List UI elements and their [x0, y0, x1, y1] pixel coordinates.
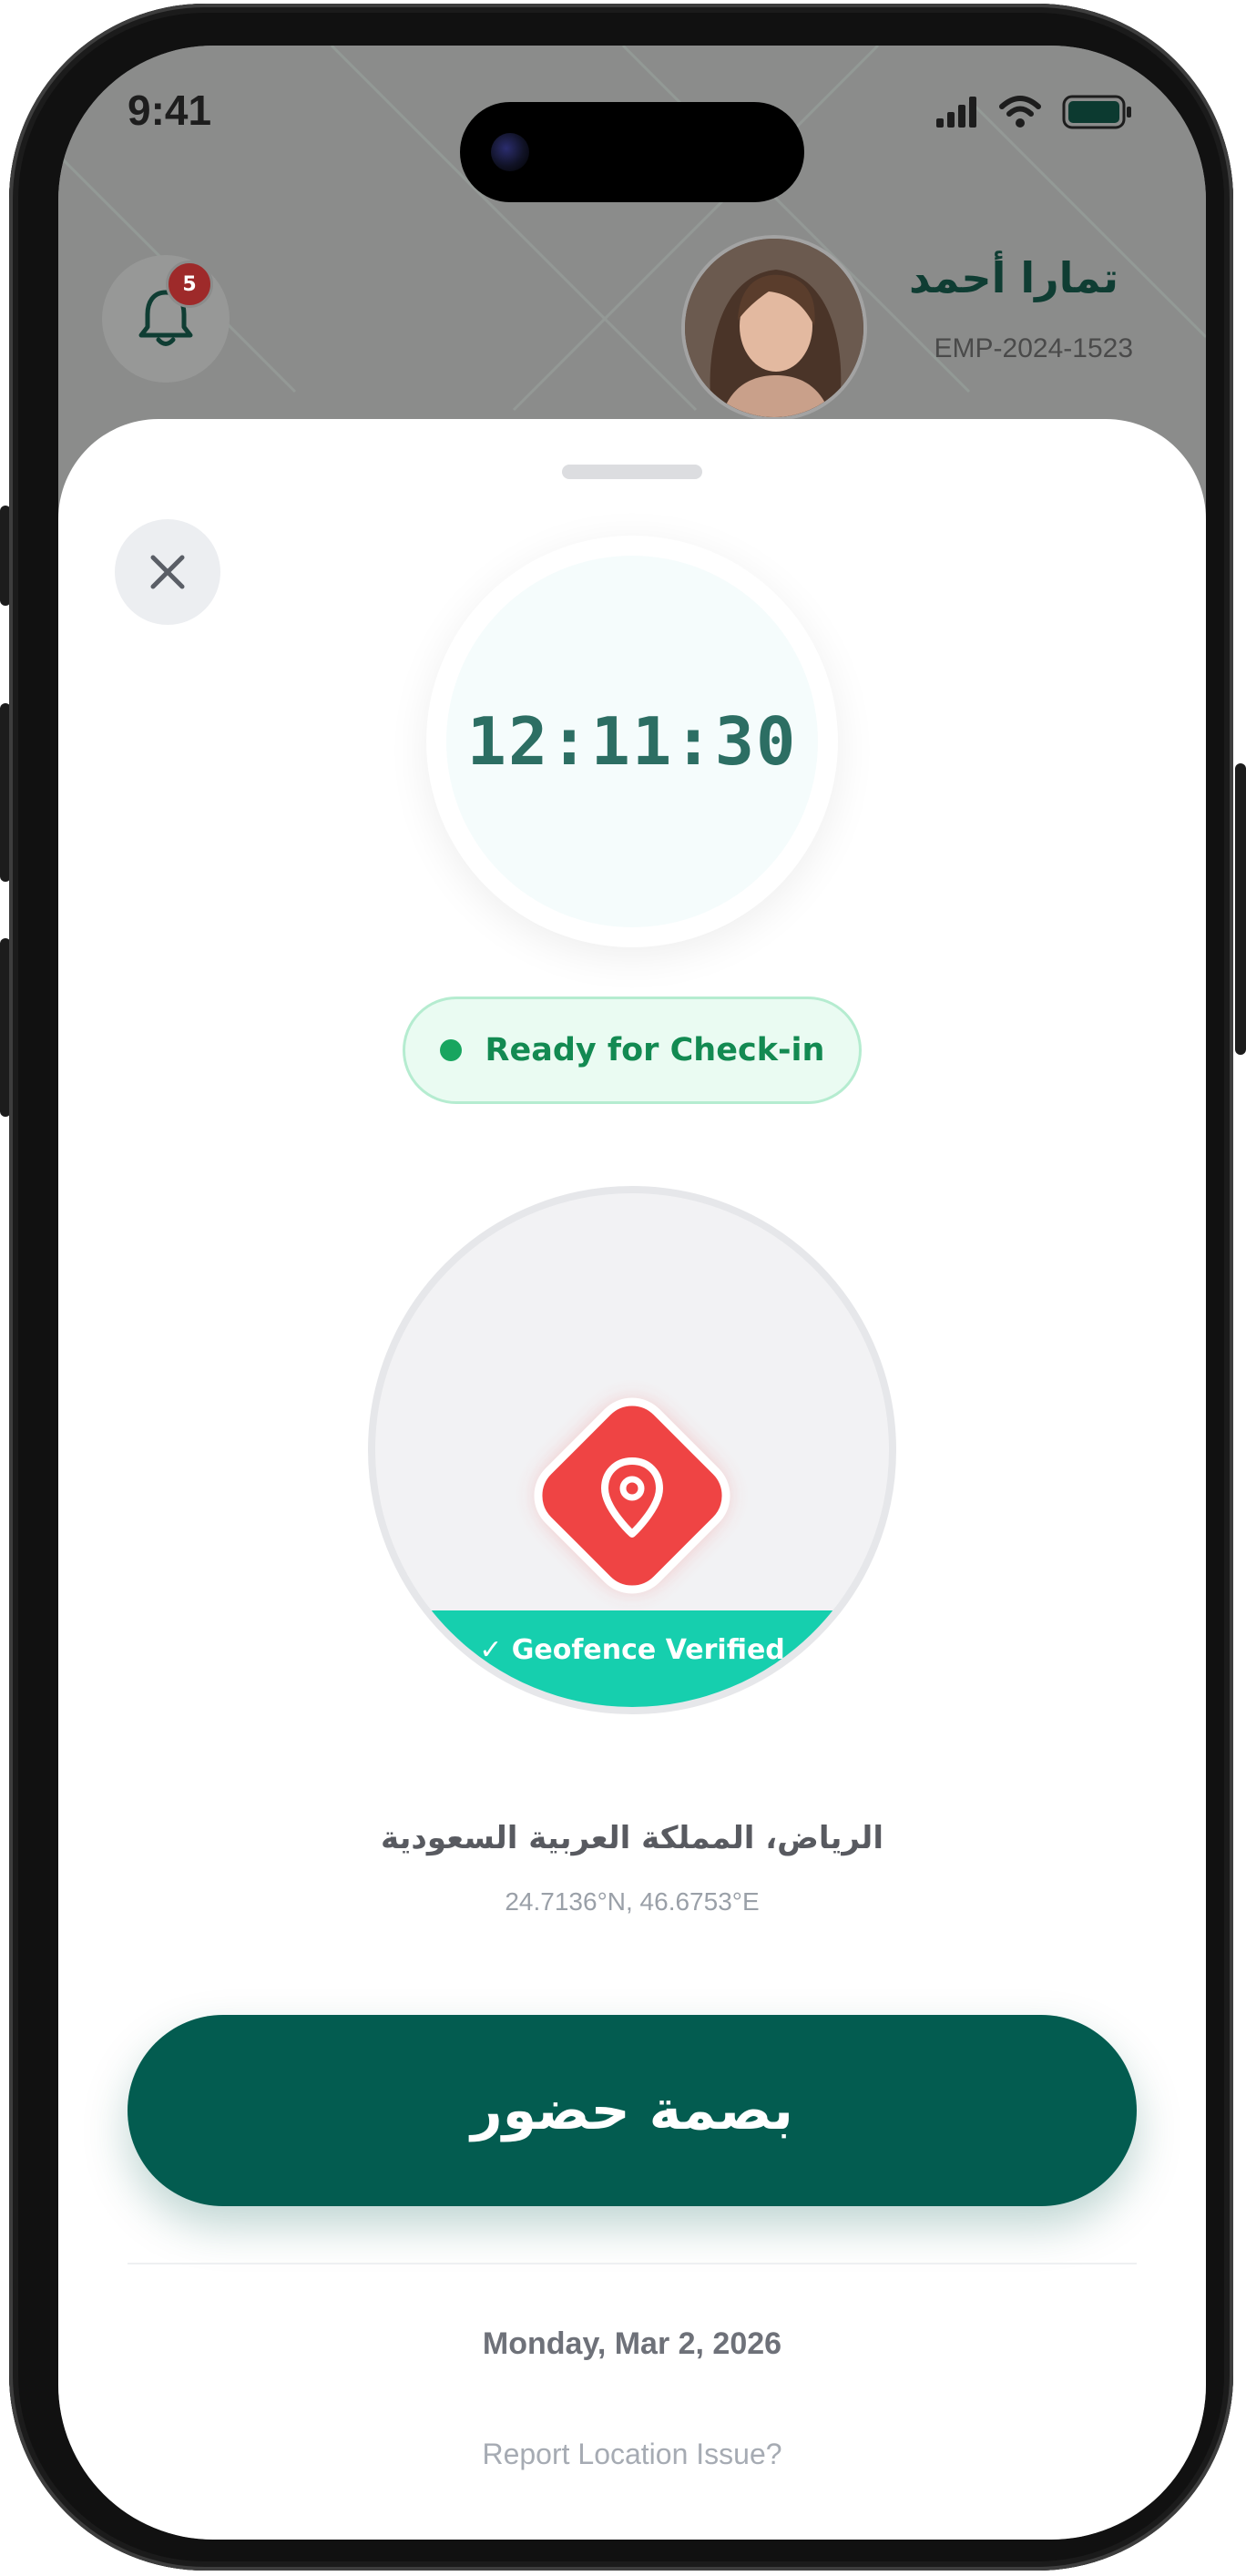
front-camera — [491, 133, 529, 171]
user-name: تمارا أحمد — [909, 253, 1118, 302]
phone-screen: 9:41 5 تمارا أحمد EMP-2024-1523 12:11:30… — [58, 46, 1206, 2540]
status-dot-icon — [439, 1039, 462, 1061]
avatar-photo — [685, 239, 863, 417]
dynamic-island — [460, 102, 804, 202]
geofence-map: ✓ Geofence Verified — [368, 1186, 896, 1714]
status-text: Ready for Check-in — [485, 1032, 825, 1068]
close-icon — [150, 555, 185, 589]
checkin-button[interactable]: بصمة حضور — [128, 2015, 1137, 2206]
location-marker — [503, 1366, 761, 1625]
location-pin-icon — [534, 1397, 730, 1594]
status-bar-icons — [936, 95, 1133, 129]
clock-time: 12:11:30 — [466, 703, 798, 780]
checkin-sheet: 12:11:30 Ready for Check-in ✓ Geofence V… — [58, 419, 1206, 2540]
avatar[interactable] — [681, 235, 867, 421]
current-date: Monday, Mar 2, 2026 — [482, 2326, 782, 2361]
power-button — [1235, 763, 1246, 1055]
wifi-icon — [999, 96, 1041, 128]
location-name: الرياض، المملكة العربية السعودية — [381, 1820, 883, 1856]
clock-face: 12:11:30 — [446, 556, 818, 927]
battery-icon — [1062, 95, 1131, 129]
report-location-issue-link[interactable]: Report Location Issue? — [58, 2438, 1206, 2471]
divider — [128, 2263, 1137, 2264]
location-coordinates: 24.7136°N, 46.6753°E — [505, 1887, 760, 1916]
notification-badge: 5 — [166, 261, 213, 308]
status-bar-time: 9:41 — [128, 87, 212, 134]
employee-id: EMP-2024-1523 — [934, 333, 1133, 363]
status-badge: Ready for Check-in — [403, 997, 862, 1104]
signal-icon — [936, 97, 976, 128]
sheet-grabber[interactable] — [562, 465, 702, 479]
phone-frame: 9:41 5 تمارا أحمد EMP-2024-1523 12:11:30… — [9, 4, 1233, 2571]
geofence-label: ✓ Geofence Verified — [479, 1634, 785, 1666]
clock-circle: 12:11:30 — [426, 536, 838, 947]
close-button[interactable] — [115, 519, 220, 625]
